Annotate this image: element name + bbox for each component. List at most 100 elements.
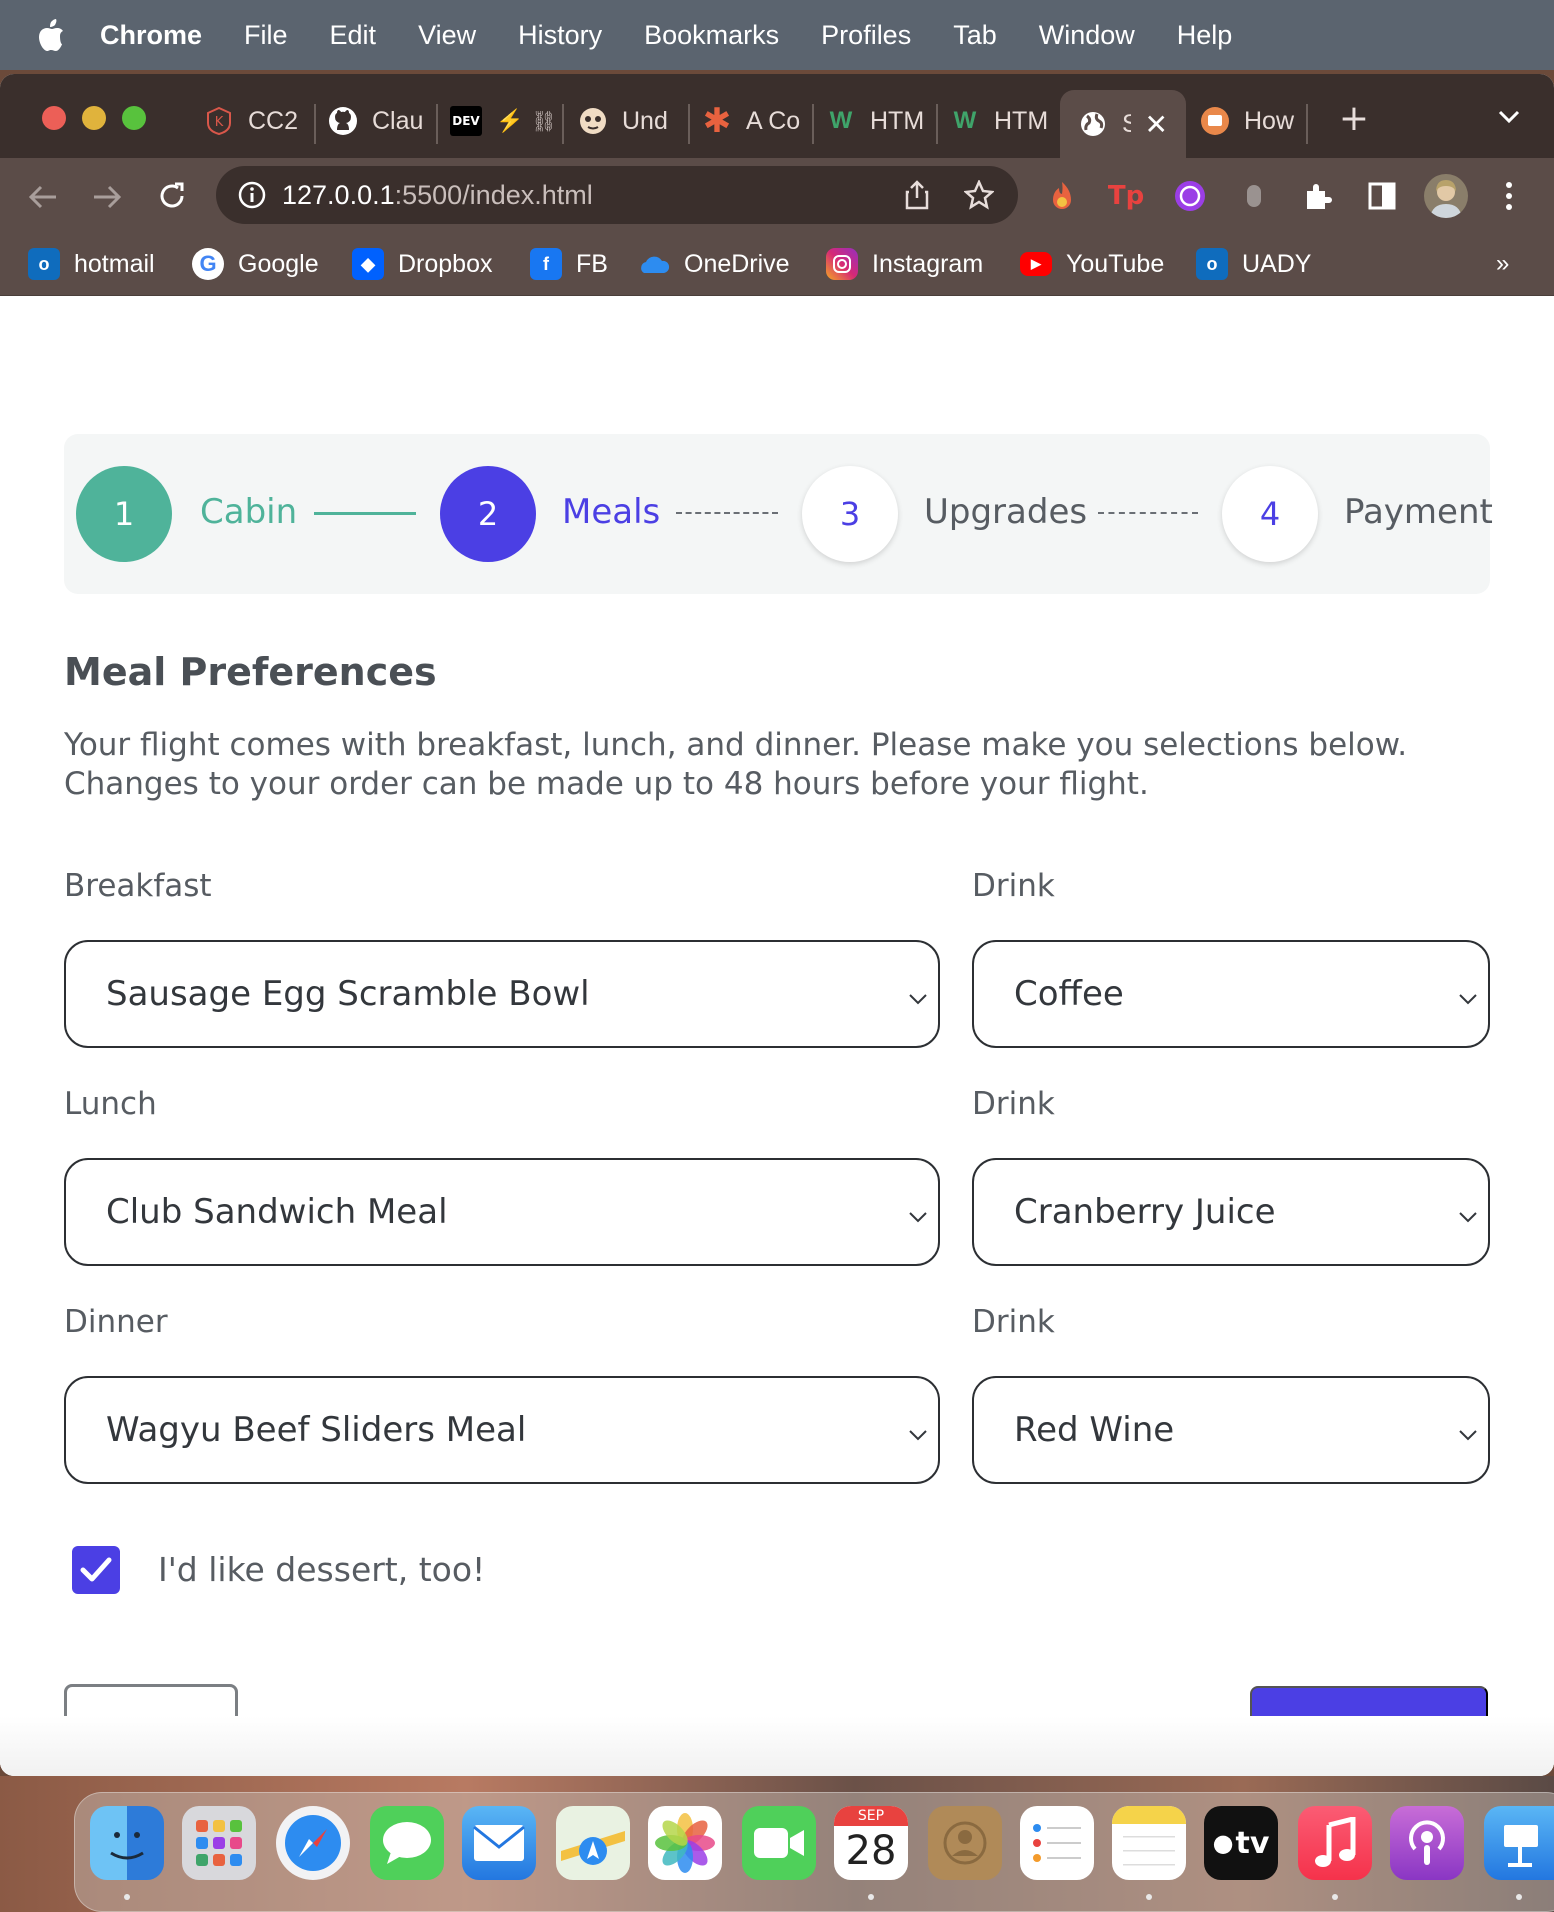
close-tab-icon[interactable]: ✕ — [1145, 108, 1168, 141]
dev-icon: DEV — [450, 106, 482, 136]
music-icon[interactable] — [1298, 1806, 1372, 1880]
tab-slides[interactable]: How — [1200, 96, 1298, 146]
menu-history[interactable]: History — [518, 20, 602, 51]
dinner-drink-select[interactable]: Red Wine — [972, 1376, 1490, 1484]
step-circle-cabin: 1 — [76, 466, 172, 562]
podcasts-icon[interactable] — [1390, 1806, 1464, 1880]
bookmark-hotmail[interactable]: o hotmail — [28, 244, 155, 284]
lunch-select[interactable]: Club Sandwich Meal — [64, 1158, 940, 1266]
fire-extension-icon[interactable] — [1044, 178, 1080, 214]
chevron-down-icon — [1456, 1198, 1480, 1223]
purple-extension-icon[interactable] — [1172, 178, 1208, 214]
url-host: 127.0.0.1 — [282, 179, 395, 210]
back-arrow-icon[interactable] — [26, 180, 60, 214]
breakfast-drink-select[interactable]: Coffee — [972, 940, 1490, 1048]
tab-github[interactable]: Clau — [328, 96, 432, 146]
bookmark-fb[interactable]: f FB — [530, 244, 608, 284]
mail-icon[interactable] — [462, 1806, 536, 1880]
step-connector-pending — [676, 512, 778, 514]
intro-text: Your flight comes with breakfast, lunch,… — [64, 727, 1408, 802]
menu-help[interactable]: Help — [1177, 20, 1233, 51]
menu-profiles[interactable]: Profiles — [821, 20, 911, 51]
extensions-puzzle-icon[interactable] — [1300, 178, 1336, 214]
chevron-down-icon — [906, 1416, 930, 1441]
grey-extension-icon[interactable] — [1236, 178, 1272, 214]
calendar-icon[interactable]: SEP 28 — [834, 1806, 908, 1880]
finder-icon[interactable] — [90, 1806, 164, 1880]
bookmark-instagram[interactable]: Instagram — [826, 244, 983, 284]
reminders-icon[interactable] — [1020, 1806, 1094, 1880]
dinner-drink-value: Red Wine — [1014, 1410, 1175, 1450]
keynote-icon[interactable] — [1484, 1806, 1554, 1880]
dessert-checkbox-label[interactable]: I'd like dessert, too! — [158, 1550, 485, 1589]
tab-cc2[interactable]: K CC2 — [204, 96, 310, 146]
photos-icon[interactable] — [648, 1806, 722, 1880]
minimize-window-button[interactable] — [82, 106, 106, 130]
running-indicator — [124, 1894, 130, 1900]
tab-undraw[interactable]: Und — [578, 96, 686, 146]
bookmark-dropbox[interactable]: ◆ Dropbox — [352, 244, 493, 284]
tab-separator — [1306, 104, 1308, 144]
zoom-window-button[interactable] — [122, 106, 146, 130]
messages-icon[interactable] — [370, 1806, 444, 1880]
facetime-icon[interactable] — [742, 1806, 816, 1880]
notes-icon[interactable] — [1112, 1806, 1186, 1880]
tab-active[interactable]: S ✕ — [1060, 90, 1186, 158]
menu-tab[interactable]: Tab — [953, 20, 997, 51]
tab-search-chevron-icon[interactable] — [1494, 102, 1524, 132]
site-info-icon[interactable] — [238, 181, 266, 209]
side-panel-icon[interactable] — [1364, 178, 1400, 214]
apple-icon[interactable] — [36, 18, 76, 52]
menu-view[interactable]: View — [418, 20, 476, 51]
close-window-button[interactable] — [42, 106, 66, 130]
address-bar[interactable]: 127.0.0.1:5500/index.html — [216, 166, 1018, 224]
menu-bar: Chrome File Edit View History Bookmarks … — [0, 0, 1554, 70]
running-indicator — [1516, 1894, 1522, 1900]
dessert-checkbox[interactable] — [72, 1546, 120, 1594]
apple-tv-icon[interactable]: ● tv — [1204, 1806, 1278, 1880]
launchpad-icon[interactable] — [182, 1806, 256, 1880]
asterisk-icon: ✱ — [702, 102, 732, 140]
tab-w3-2[interactable]: W HTM — [950, 96, 1050, 146]
github-icon — [328, 106, 358, 136]
more-bookmarks-icon[interactable]: » — [1496, 244, 1509, 284]
tab-separator — [436, 104, 438, 144]
breakfast-select[interactable]: Sausage Egg Scramble Bowl — [64, 940, 940, 1048]
forward-arrow-icon[interactable] — [90, 180, 124, 214]
share-icon[interactable] — [904, 180, 930, 210]
page-title: Meal Preferences — [64, 650, 437, 694]
chrome-menu-icon[interactable] — [1494, 178, 1524, 214]
tp-extension-icon[interactable]: Tp — [1108, 178, 1144, 214]
profile-avatar[interactable] — [1424, 174, 1468, 218]
bookmark-uady[interactable]: o UADY — [1196, 244, 1311, 284]
maps-icon[interactable] — [556, 1806, 630, 1880]
menu-edit[interactable]: Edit — [330, 20, 377, 51]
tab-separator — [562, 104, 564, 144]
chain-icon: ⛓ — [531, 110, 557, 133]
bookmark-star-icon[interactable] — [964, 180, 994, 210]
bookmark-google[interactable]: G Google — [192, 244, 319, 284]
bookmark-youtube[interactable]: ▶ YouTube — [1020, 244, 1164, 284]
new-tab-icon[interactable]: + — [1336, 98, 1372, 139]
step-label-cabin: Cabin — [200, 492, 298, 532]
step-circle-upgrades: 3 — [802, 466, 898, 562]
outlook-icon: o — [1196, 248, 1228, 280]
tab-w3-1[interactable]: W HTM — [826, 96, 932, 146]
lunch-value: Club Sandwich Meal — [106, 1192, 448, 1232]
reload-icon[interactable] — [154, 178, 190, 214]
url-path: :5500/index.html — [394, 179, 593, 210]
chevron-down-icon — [1456, 980, 1480, 1005]
step-circle-meals: 2 — [440, 466, 536, 562]
tab-dev[interactable]: DEV ⚡ ⛓ — [450, 96, 558, 146]
tab-asterisk[interactable]: ✱ A Co — [702, 96, 808, 146]
page-bottom-shadow — [0, 1716, 1554, 1776]
menu-window[interactable]: Window — [1039, 20, 1135, 51]
bookmark-onedrive[interactable]: OneDrive — [638, 244, 790, 284]
menu-file[interactable]: File — [244, 20, 288, 51]
menu-bookmarks[interactable]: Bookmarks — [644, 20, 779, 51]
dinner-select[interactable]: Wagyu Beef Sliders Meal — [64, 1376, 940, 1484]
lunch-drink-select[interactable]: Cranberry Juice — [972, 1158, 1490, 1266]
safari-icon[interactable] — [276, 1806, 350, 1880]
contacts-icon[interactable] — [928, 1806, 1002, 1880]
menu-chrome[interactable]: Chrome — [100, 20, 202, 51]
